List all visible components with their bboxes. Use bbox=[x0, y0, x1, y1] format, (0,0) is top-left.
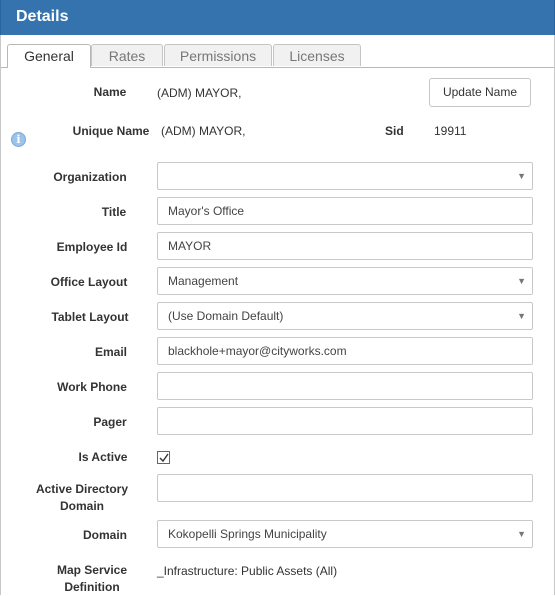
office-layout-select[interactable]: Management ▼ bbox=[157, 267, 533, 295]
tab-general[interactable]: General bbox=[7, 44, 91, 68]
office-layout-select-value: Management bbox=[168, 274, 239, 288]
unique-name-value: (ADM) MAYOR, bbox=[161, 124, 246, 138]
info-icon[interactable]: i bbox=[11, 132, 26, 147]
chevron-down-icon: ▼ bbox=[517, 171, 526, 181]
work-phone-label: Work Phone bbox=[57, 380, 127, 394]
employee-id-label: Employee Id bbox=[56, 240, 128, 254]
is-active-label: Is Active bbox=[78, 450, 128, 464]
sid-value: 19911 bbox=[434, 124, 467, 138]
map-service-definition-label: Map Service Definition bbox=[56, 563, 128, 594]
organization-select[interactable]: ▼ bbox=[157, 162, 533, 190]
pager-label: Pager bbox=[93, 415, 127, 429]
sid-label: Sid bbox=[385, 124, 404, 138]
details-header: Details bbox=[0, 0, 555, 35]
checkmark-icon bbox=[159, 453, 169, 463]
is-active-checkbox[interactable] bbox=[157, 451, 170, 464]
tab-rates[interactable]: Rates bbox=[91, 44, 163, 66]
chevron-down-icon: ▼ bbox=[517, 311, 526, 321]
tab-permissions[interactable]: Permissions bbox=[164, 44, 272, 66]
office-layout-label: Office Layout bbox=[50, 275, 128, 289]
tablet-layout-select[interactable]: (Use Domain Default) ▼ bbox=[157, 302, 533, 330]
tab-bar: General Rates Permissions Licenses bbox=[1, 44, 554, 68]
unique-name-label: Unique Name bbox=[72, 124, 150, 138]
email-field-value: blackhole+mayor@cityworks.com bbox=[168, 344, 347, 358]
email-field[interactable]: blackhole+mayor@cityworks.com bbox=[157, 337, 533, 365]
email-label: Email bbox=[94, 345, 127, 359]
domain-select-value: Kokopelli Springs Municipality bbox=[168, 527, 327, 541]
chevron-down-icon: ▼ bbox=[517, 529, 526, 539]
details-panel: General Rates Permissions Licenses Name … bbox=[0, 35, 555, 595]
update-name-button[interactable]: Update Name bbox=[429, 78, 531, 107]
name-label: Name bbox=[93, 85, 127, 99]
tablet-layout-label: Tablet Layout bbox=[51, 310, 129, 324]
title-field[interactable]: Mayor's Office bbox=[157, 197, 533, 225]
work-phone-field[interactable] bbox=[157, 372, 533, 400]
map-service-definition-value: _Infrastructure: Public Assets (All) bbox=[157, 564, 338, 578]
domain-select[interactable]: Kokopelli Springs Municipality ▼ bbox=[157, 520, 533, 548]
title-field-value: Mayor's Office bbox=[168, 204, 245, 218]
domain-label: Domain bbox=[82, 528, 127, 542]
name-value: (ADM) MAYOR, bbox=[157, 86, 242, 100]
chevron-down-icon: ▼ bbox=[517, 276, 526, 286]
tablet-layout-select-value: (Use Domain Default) bbox=[168, 309, 284, 323]
tab-licenses[interactable]: Licenses bbox=[273, 44, 361, 66]
active-directory-domain-field[interactable] bbox=[157, 474, 533, 502]
pager-field[interactable] bbox=[157, 407, 533, 435]
organization-label: Organization bbox=[53, 170, 127, 184]
employee-id-field-value: MAYOR bbox=[168, 239, 212, 253]
details-title: Details bbox=[16, 8, 69, 25]
active-directory-domain-label: Active Directory Domain bbox=[35, 482, 129, 513]
employee-id-field[interactable]: MAYOR bbox=[157, 232, 533, 260]
